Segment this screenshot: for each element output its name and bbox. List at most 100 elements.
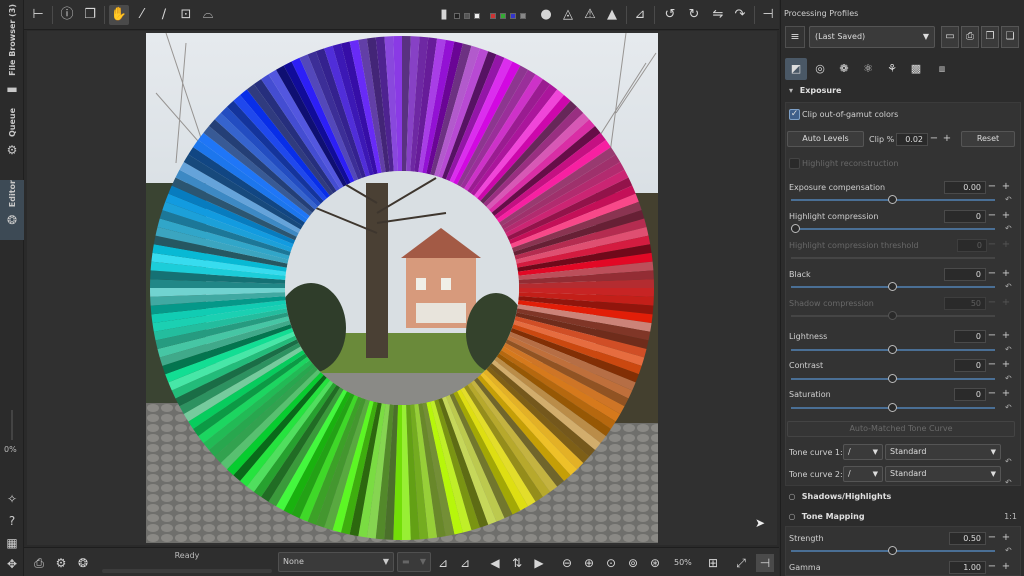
intent-select[interactable]: ▬ ▼ bbox=[397, 552, 431, 572]
panel-toggle-icon[interactable]: ⊢ bbox=[28, 5, 48, 25]
reset-icon[interactable]: ↶ bbox=[1005, 195, 1012, 204]
wb-picker-icon[interactable]: ∕ bbox=[154, 5, 174, 25]
contrast-input[interactable]: 0 bbox=[954, 359, 986, 372]
strength-input[interactable]: 0.50 bbox=[949, 532, 986, 545]
strength-increment[interactable]: + bbox=[1001, 532, 1011, 545]
black-input[interactable]: 0 bbox=[944, 268, 986, 281]
clip-pct-input[interactable]: 0.02 bbox=[896, 133, 928, 146]
meta-tab-icon[interactable]: ▥ bbox=[931, 58, 953, 80]
shadow-compression-decrement[interactable]: − bbox=[987, 297, 997, 310]
auto-matched-tone-curve-button[interactable]: Auto-Matched Tone Curve bbox=[787, 421, 1015, 437]
color-tab-icon[interactable]: ❁ bbox=[833, 58, 855, 80]
highlight-threshold-input[interactable]: 0 bbox=[957, 239, 987, 252]
fullscreen-icon[interactable]: ⤢ bbox=[732, 554, 750, 572]
raw-tab-icon[interactable]: ▩ bbox=[905, 58, 927, 80]
save-icon[interactable]: ⎙ bbox=[30, 554, 48, 572]
clipping-highlight-icon[interactable]: ⚠ bbox=[580, 5, 600, 25]
shadow-compression-increment[interactable]: + bbox=[1001, 297, 1011, 310]
details-tab-icon[interactable]: ◎ bbox=[809, 58, 831, 80]
queue-add-icon[interactable]: ⚙ bbox=[52, 554, 70, 572]
zoom-in-icon[interactable]: ⊕ bbox=[580, 554, 598, 572]
shadows-highlights-header[interactable]: ○ Shadows/Highlights bbox=[785, 492, 1021, 510]
save-profile-icon[interactable]: ⎙ bbox=[961, 26, 979, 48]
highlight-threshold-decrement[interactable]: − bbox=[987, 239, 997, 252]
black-decrement[interactable]: − bbox=[987, 268, 997, 281]
saturation-slider-handle[interactable] bbox=[888, 403, 897, 412]
rotate-left-icon[interactable]: ↺ bbox=[660, 5, 680, 25]
profile-select[interactable]: (Last Saved) ▼ bbox=[809, 26, 935, 48]
shadow-compression-slider-handle[interactable] bbox=[888, 311, 897, 320]
paste-profile-icon[interactable]: ❏ bbox=[1001, 26, 1019, 48]
focus-mask-icon[interactable]: ● bbox=[536, 5, 556, 25]
clip-pct-increment[interactable]: + bbox=[942, 133, 952, 146]
zoom-crop-icon[interactable]: ⊛ bbox=[646, 554, 664, 572]
crop-icon[interactable]: ⊡ bbox=[176, 5, 196, 25]
hand-icon[interactable]: ✋ bbox=[109, 5, 129, 25]
tone-curve-1-shape-select[interactable]: ∕ ▼ bbox=[843, 444, 883, 460]
profile-list-icon[interactable]: ≡ bbox=[785, 26, 805, 48]
contrast-increment[interactable]: + bbox=[1001, 359, 1011, 372]
saturation-increment[interactable]: + bbox=[1001, 388, 1011, 401]
channel-blue-swatch[interactable] bbox=[510, 13, 516, 19]
flip-vertical-icon[interactable]: ↷ bbox=[730, 5, 750, 25]
tab-file-browser[interactable]: File Browser (3) ▬ bbox=[0, 4, 24, 99]
preview-mode-icon[interactable]: ▮ bbox=[439, 5, 449, 25]
exposure-comp-increment[interactable]: + bbox=[1001, 181, 1011, 194]
tone-curve-2-type-select[interactable]: Standard ▼ bbox=[885, 466, 1001, 482]
saturation-input[interactable]: 0 bbox=[954, 388, 986, 401]
warning-icon[interactable]: ▲ bbox=[602, 5, 622, 25]
reset-icon[interactable]: ↶ bbox=[1005, 457, 1012, 466]
tab-queue[interactable]: Queue ⚙ bbox=[0, 108, 24, 174]
highlight-compression-slider[interactable] bbox=[791, 228, 995, 230]
reset-icon[interactable]: ↶ bbox=[1005, 224, 1012, 233]
auto-levels-button[interactable]: Auto Levels bbox=[787, 131, 864, 147]
highlight-threshold-slider[interactable] bbox=[791, 257, 995, 259]
lightness-decrement[interactable]: − bbox=[987, 330, 997, 343]
reset-button[interactable]: Reset bbox=[961, 131, 1015, 147]
background-gray-swatch[interactable] bbox=[464, 13, 470, 19]
reset-icon[interactable]: ↶ bbox=[1005, 403, 1012, 412]
color-profile-select[interactable]: None ▼ bbox=[278, 552, 394, 572]
zoom-out-icon[interactable]: ⊖ bbox=[558, 554, 576, 572]
new-window-icon[interactable]: ⊞ bbox=[704, 554, 722, 572]
gamut-check-icon[interactable]: ⊿ bbox=[456, 554, 474, 572]
reset-icon[interactable]: ↶ bbox=[1005, 374, 1012, 383]
highlight-threshold-increment[interactable]: + bbox=[1001, 239, 1011, 252]
channel-green-swatch[interactable] bbox=[500, 13, 506, 19]
clip-gamut-checkbox[interactable]: ✓ bbox=[789, 109, 800, 120]
tone-curve-1-type-select[interactable]: Standard ▼ bbox=[885, 444, 1001, 460]
before-after-icon[interactable]: ❐ bbox=[80, 5, 100, 25]
gamma-input[interactable]: 1.00 bbox=[949, 561, 986, 574]
softproof-icon[interactable]: ⊿ bbox=[434, 554, 452, 572]
zoom-vertical-slider[interactable] bbox=[11, 410, 13, 440]
highlight-compression-increment[interactable]: + bbox=[1001, 210, 1011, 223]
zoom-100-icon[interactable]: ⊚ bbox=[624, 554, 642, 572]
channel-lum-swatch[interactable] bbox=[520, 13, 526, 19]
contrast-slider-handle[interactable] bbox=[888, 374, 897, 383]
rotate-right-icon[interactable]: ↻ bbox=[684, 5, 704, 25]
advanced-tab-icon[interactable]: ⚛ bbox=[857, 58, 879, 80]
sync-icon[interactable]: ⇅ bbox=[508, 554, 526, 572]
magic-wand-icon[interactable]: ✧ bbox=[5, 492, 19, 506]
external-editor-icon[interactable]: ❂ bbox=[74, 554, 92, 572]
clipping-shadow-icon[interactable]: ◬ bbox=[558, 5, 578, 25]
next-image-icon[interactable]: ▶ bbox=[530, 554, 548, 572]
zoom-fit-icon[interactable]: ⊙ bbox=[602, 554, 620, 572]
tab-editor[interactable]: Editor ❂ bbox=[0, 180, 24, 240]
flip-horizontal-icon[interactable]: ⇋ bbox=[708, 5, 728, 25]
move-icon[interactable]: ✥ bbox=[5, 557, 19, 571]
histogram-icon[interactable]: ⊿ bbox=[630, 5, 650, 25]
lightness-slider-handle[interactable] bbox=[888, 345, 897, 354]
copy-profile-icon[interactable]: ❐ bbox=[981, 26, 999, 48]
reset-icon[interactable]: ↶ bbox=[1005, 282, 1012, 291]
qr-icon[interactable]: ▦ bbox=[5, 536, 19, 550]
exposure-comp-slider-handle[interactable] bbox=[888, 195, 897, 204]
reset-icon[interactable]: ↶ bbox=[1005, 546, 1012, 555]
strength-slider-handle[interactable] bbox=[888, 546, 897, 555]
exposure-comp-decrement[interactable]: − bbox=[987, 181, 997, 194]
clip-pct-decrement[interactable]: − bbox=[929, 133, 939, 146]
shadow-compression-input[interactable]: 50 bbox=[944, 297, 986, 310]
highlight-compression-decrement[interactable]: − bbox=[987, 210, 997, 223]
prev-image-icon[interactable]: ◀ bbox=[486, 554, 504, 572]
load-profile-icon[interactable]: ▭ bbox=[941, 26, 959, 48]
